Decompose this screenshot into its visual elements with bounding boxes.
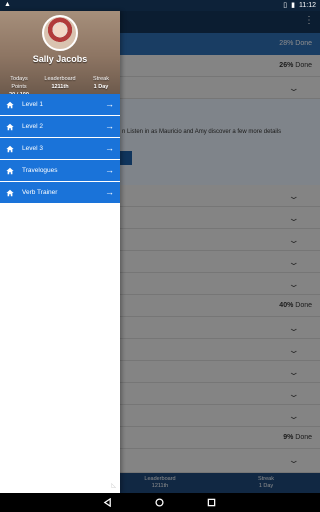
leaderboard-stat: Leaderboard 1211th [44,76,76,90]
drawer-header: Sally Jacobs Todays Points 20 / 100 Lead… [0,11,120,98]
menu-item-label: Level 1 [22,101,43,108]
menu-item-level-1[interactable]: Level 1 → [0,94,120,116]
menu-item-level-3[interactable]: Level 3 → [0,138,120,160]
recents-icon[interactable] [207,498,216,507]
menu-item-label: Level 3 [22,145,43,152]
avatar[interactable] [42,15,78,51]
user-name: Sally Jacobs [32,54,88,64]
arrow-right-icon: → [105,99,114,109]
home-icon [6,167,14,175]
system-nav-bar [0,493,320,512]
home-icon [6,123,14,131]
home-icon [6,101,14,109]
menu-item-label: Verb Trainer [22,189,58,196]
status-bar: ▲ ▯ ▮ 11:12 [0,0,320,11]
arrow-right-icon: → [105,143,114,153]
streak-stat: Streak 1 Day [93,76,109,90]
home-icon [6,145,14,153]
menu-item-label: Level 2 [22,123,43,130]
resize-grip-icon: ◺ [111,483,116,489]
menu-item-travelogues[interactable]: Travelogues → [0,160,120,182]
arrow-right-icon: → [105,187,114,197]
home-circle-icon[interactable] [155,498,164,507]
arrow-right-icon: → [105,165,114,175]
menu-item-verb-trainer[interactable]: Verb Trainer → [0,182,120,204]
arrow-right-icon: → [105,121,114,131]
back-icon[interactable] [103,498,112,507]
home-icon [6,189,14,197]
vibrate-icon: ▯ [283,2,288,9]
menu-item-level-2[interactable]: Level 2 → [0,116,120,138]
status-time: 11:12 [299,1,316,9]
battery-icon: ▮ [291,2,295,9]
alert-icon: ▲ [4,1,11,8]
menu-item-label: Travelogues [22,167,58,174]
navigation-drawer: Sally Jacobs Todays Points 20 / 100 Lead… [0,11,120,493]
